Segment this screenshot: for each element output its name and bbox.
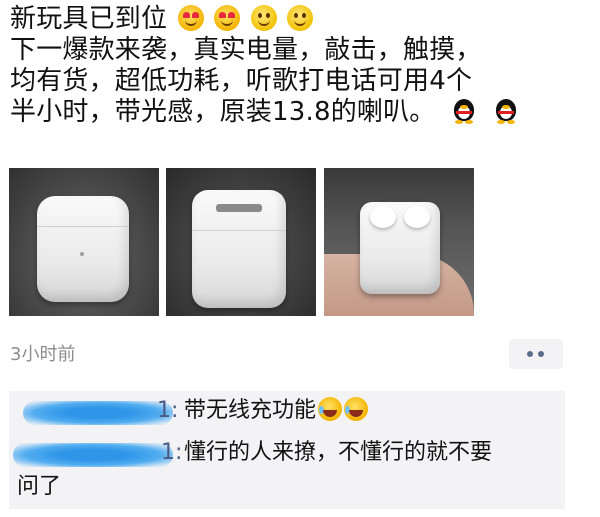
comment-author[interactable]: 1: (161, 436, 182, 470)
redacted-author-name (13, 443, 173, 467)
smile-emoji-icon (250, 5, 277, 31)
qq-penguin-icon (492, 97, 520, 125)
more-actions-button[interactable] (509, 339, 563, 369)
charging-case-image (192, 190, 286, 308)
moments-post: 新玩具已到位 下一爆款来袭，真实电量，敲击，触摸， 均有货，超低功耗，听歌打电话… (0, 0, 600, 517)
laugh-cry-emoji-icon (344, 397, 369, 421)
comment-text: 带无线充功能 (184, 394, 369, 428)
airpods-case-front-photo[interactable] (9, 168, 159, 316)
comment-text: 懂行的人来撩，不懂行的就不要 (184, 440, 493, 465)
post-line-1-text: 新玩具已到位 (10, 4, 168, 34)
comment-author[interactable]: 1: (157, 394, 178, 428)
earbud-image (404, 206, 430, 228)
post-timestamp: 3小时前 (10, 344, 76, 365)
more-dots-icon (527, 351, 533, 357)
open-charging-case-image (360, 202, 440, 294)
redacted-author-name (23, 401, 173, 425)
smile-emoji-icon (287, 5, 314, 31)
status-light (80, 252, 84, 256)
post-line-2: 下一爆款来袭，真实电量，敲击，触摸， (10, 35, 482, 65)
post-line-1: 新玩具已到位 (10, 4, 590, 35)
post-line-4: 半小时，带光感，原装13.8的喇叭。 (10, 97, 590, 128)
heart-eyes-emoji-icon (214, 5, 241, 31)
heart-eyes-emoji-icon (177, 5, 204, 31)
post-line-4-text: 半小时，带光感，原装13.8的喇叭。 (10, 97, 436, 127)
comment-text-continued: 问了 (17, 474, 62, 499)
comments-section: 1: 带无线充功能 1: 懂行的人来撩，不懂行的就不要 问了 (9, 391, 565, 509)
earbud-image (370, 206, 396, 228)
post-line-3: 均有货，超低功耗，听歌打电话可用4个 (10, 66, 473, 96)
airpods-case-open-photo[interactable] (324, 168, 474, 316)
laugh-cry-emoji-icon (318, 397, 343, 421)
airpods-case-back-photo[interactable] (166, 168, 316, 316)
charging-case-image (37, 196, 129, 302)
more-dots-icon (538, 351, 544, 357)
qq-penguin-icon (450, 97, 478, 125)
post-body: 新玩具已到位 下一爆款来袭，真实电量，敲击，触摸， 均有货，超低功耗，听歌打电话… (10, 4, 590, 128)
